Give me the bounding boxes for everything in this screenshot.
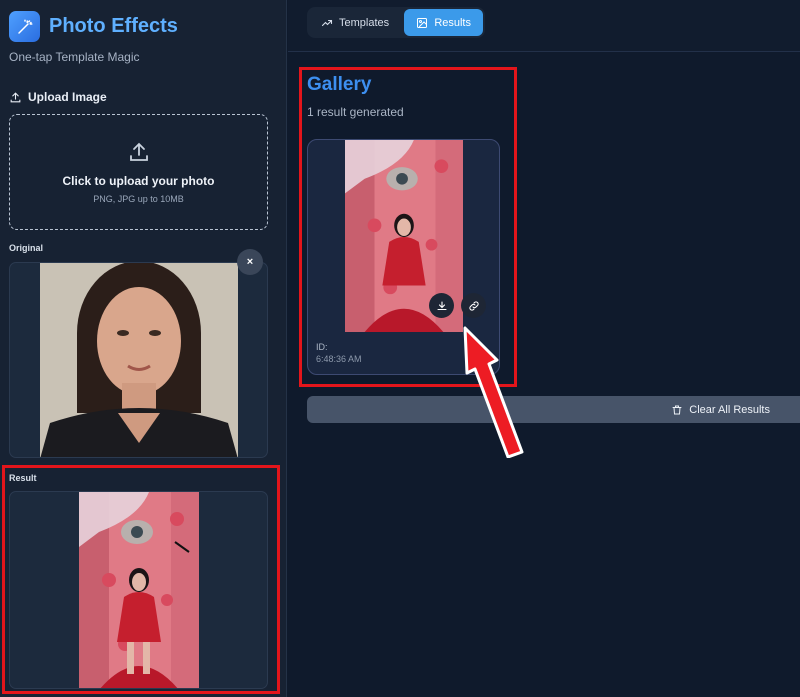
remove-image-button[interactable]: × (237, 249, 263, 275)
clear-all-results-button[interactable]: Clear All Results (307, 396, 800, 423)
upload-dropzone[interactable]: Click to upload your photo PNG, JPG up t… (9, 114, 268, 230)
annotation-arrow (463, 326, 524, 458)
trash-icon (672, 405, 682, 414)
upload-title: Click to upload your photo (62, 174, 215, 188)
original-label: Original (9, 243, 44, 253)
upload-icon (10, 91, 21, 102)
upload-section-label: Upload Image (9, 90, 107, 104)
close-icon: × (246, 256, 254, 268)
image-icon (417, 17, 428, 28)
magic-wand-icon (9, 11, 40, 42)
brand: Photo Effects (9, 11, 178, 42)
app-title: Photo Effects (49, 15, 178, 37)
app-tagline: One-tap Template Magic (9, 50, 140, 64)
tab-templates-label: Templates (339, 16, 390, 29)
original-image-panel (9, 262, 268, 458)
result-highlight-box (2, 465, 280, 694)
tab-results[interactable]: Results (404, 9, 483, 36)
clear-all-label: Clear All Results (689, 403, 770, 416)
view-tabs: Templates Results (307, 7, 485, 38)
upload-section-text: Upload Image (28, 90, 107, 104)
upload-icon (129, 142, 148, 161)
original-photo (40, 263, 238, 457)
tab-templates[interactable]: Templates (309, 9, 401, 36)
upload-hint: PNG, JPG up to 10MB (93, 194, 184, 204)
tab-results-label: Results (434, 16, 471, 29)
trending-up-icon (321, 19, 333, 26)
